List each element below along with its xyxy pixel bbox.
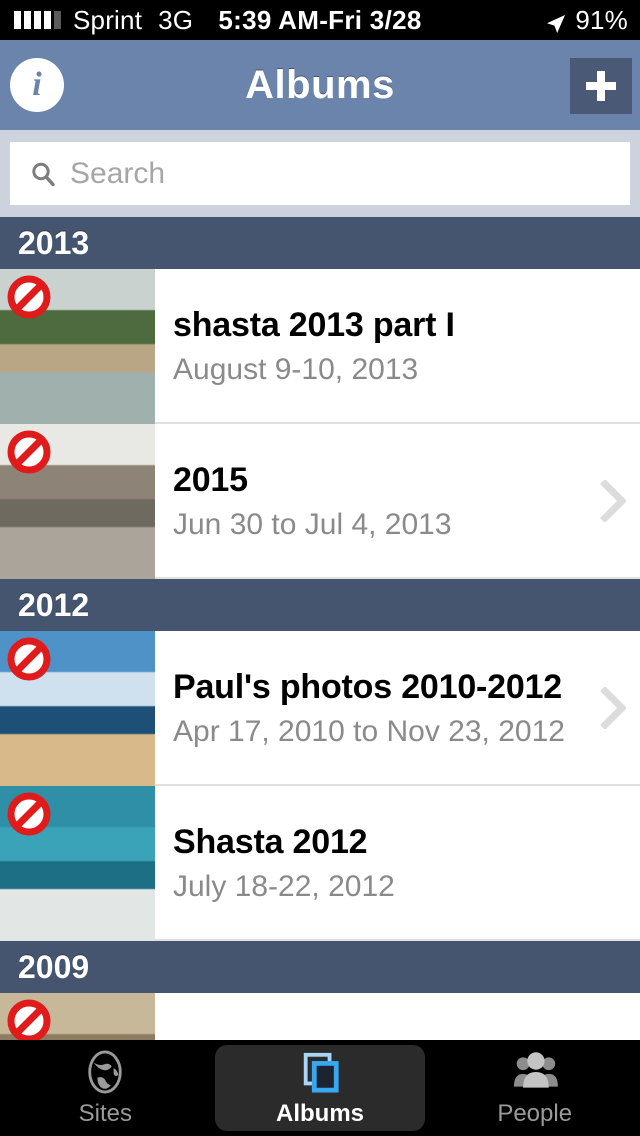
album-row[interactable]: 2015 Jun 30 to Jul 4, 2013 (0, 424, 640, 579)
tab-sites-label: Sites (78, 1100, 133, 1127)
album-date-range: July 18-22, 2012 (173, 870, 395, 904)
albums-list[interactable]: 2013 shasta 2013 part I August 9-10, 2013 2… (0, 217, 640, 1040)
navigation-bar: i Albums (0, 40, 640, 130)
location-arrow-icon (546, 10, 566, 33)
album-thumbnail (0, 993, 155, 1040)
status-bar-clock: 5:39 AM-Fri 3/28 (218, 4, 422, 35)
page-title: Albums (245, 62, 395, 107)
album-row[interactable] (0, 993, 640, 1040)
album-date-range: Apr 17, 2010 to Nov 23, 2012 (173, 715, 565, 749)
album-row[interactable]: Shasta 2012 July 18-22, 2012 (0, 786, 640, 941)
album-row-text: Shasta 2012 July 18-22, 2012 (155, 786, 640, 939)
section-header-2012: 2012 (0, 579, 640, 631)
plus-icon (586, 71, 616, 101)
chevron-right-icon (600, 686, 626, 729)
info-icon[interactable]: i (10, 58, 64, 112)
search-icon (30, 161, 56, 187)
album-date-range: August 9-10, 2013 (173, 353, 419, 387)
add-album-button[interactable] (570, 58, 632, 114)
prohibited-icon (7, 430, 51, 474)
album-thumbnail (0, 631, 155, 786)
tab-people-label: People (497, 1100, 573, 1127)
tab-albums-label: Albums (276, 1100, 365, 1127)
tab-bar: Sites Albums People (0, 1040, 640, 1136)
search-input[interactable] (70, 142, 630, 205)
album-title: Paul's photos 2010-2012 (173, 667, 562, 706)
albums-icon (299, 1048, 341, 1096)
tab-sites[interactable]: Sites (0, 1040, 211, 1136)
album-date-range: Jun 30 to Jul 4, 2013 (173, 508, 452, 542)
album-title: Shasta 2012 (173, 822, 368, 861)
chevron-right-icon (600, 479, 626, 522)
prohibited-icon (7, 999, 51, 1040)
album-thumbnail (0, 269, 155, 424)
info-icon-glyph: i (32, 66, 42, 103)
prohibited-icon (7, 637, 51, 681)
status-bar: Sprint 3G 5:39 AM-Fri 3/28 91% (0, 0, 640, 40)
album-title: shasta 2013 part I (173, 305, 455, 344)
album-thumbnail (0, 424, 155, 579)
app-screen: Sprint 3G 5:39 AM-Fri 3/28 91% i Albums (0, 0, 640, 1136)
album-row-text: 2015 Jun 30 to Jul 4, 2013 (155, 424, 640, 577)
prohibited-icon (7, 275, 51, 319)
battery-percent-label: 91% (575, 4, 628, 35)
section-header-2013: 2013 (0, 217, 640, 269)
tab-people[interactable]: People (429, 1040, 640, 1136)
search-bar-container (0, 130, 640, 217)
album-row-text: Paul's photos 2010-2012 Apr 17, 2010 to N… (155, 631, 640, 784)
status-bar-right: 91% (546, 5, 628, 36)
album-title: 2015 (173, 460, 248, 499)
album-row-text (155, 993, 640, 1040)
search-field[interactable] (10, 142, 630, 205)
globe-icon (84, 1048, 126, 1096)
album-row[interactable]: shasta 2013 part I August 9-10, 2013 (0, 269, 640, 424)
section-header-2009: 2009 (0, 941, 640, 993)
album-row-text: shasta 2013 part I August 9-10, 2013 (155, 269, 640, 422)
tab-albums[interactable]: Albums (214, 1045, 426, 1131)
album-row[interactable]: Paul's photos 2010-2012 Apr 17, 2010 to N… (0, 631, 640, 786)
prohibited-icon (7, 792, 51, 836)
album-thumbnail (0, 786, 155, 941)
people-icon (511, 1048, 559, 1096)
